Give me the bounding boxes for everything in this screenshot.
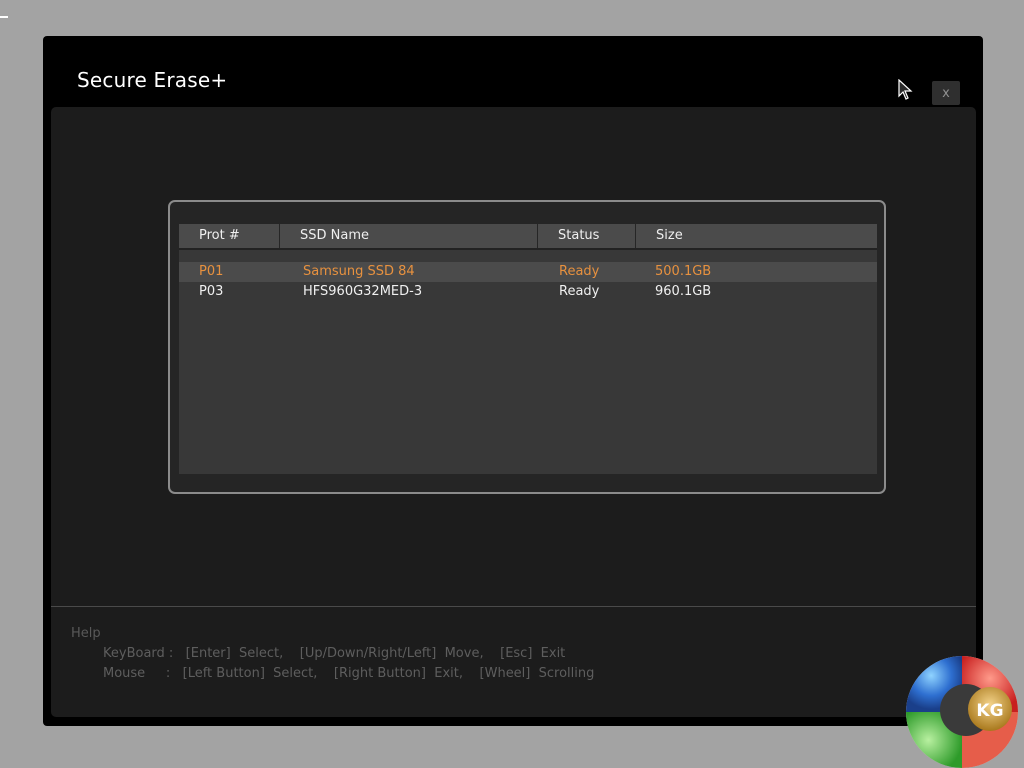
table-header: Prot # SSD Name Status Size	[179, 224, 877, 250]
help-mouse-line: Mouse : [Left Button] Select, [Right But…	[103, 666, 595, 681]
mouse-cursor-icon	[898, 79, 913, 100]
ssd-selection-dialog: Prot # SSD Name Status Size P01 Samsung …	[168, 200, 886, 494]
table-row[interactable]: P01 Samsung SSD 84 Ready 500.1GB	[179, 262, 877, 282]
kg-logo-icon: KG	[906, 656, 1018, 768]
cell-status: Ready	[559, 284, 600, 299]
cell-port: P03	[199, 284, 224, 299]
help-keyboard-line: KeyBoard : [Enter] Select, [Up/Down/Righ…	[103, 646, 566, 661]
header-size: Size	[656, 228, 683, 243]
secure-erase-window: Secure Erase+ x Prot # SSD Name Status S…	[43, 36, 983, 726]
ssd-table: Prot # SSD Name Status Size P01 Samsung …	[179, 224, 877, 474]
table-row[interactable]: P03 HFS960G32MED-3 Ready 960.1GB	[179, 282, 877, 302]
cell-size: 960.1GB	[655, 284, 712, 299]
help-divider	[51, 606, 976, 607]
screen-edge-mark	[0, 16, 8, 18]
cell-size: 500.1GB	[655, 264, 712, 279]
help-title: Help	[71, 626, 101, 641]
logo-text: KG	[976, 701, 1003, 721]
cell-ssd-name: Samsung SSD 84	[303, 264, 415, 279]
header-status: Status	[538, 224, 636, 248]
window-title: Secure Erase+	[77, 68, 228, 92]
header-ssd-name: SSD Name	[280, 224, 538, 248]
cell-ssd-name: HFS960G32MED-3	[303, 284, 423, 299]
cell-port: P01	[199, 264, 224, 279]
header-port: Prot #	[179, 224, 280, 248]
main-content-panel: Prot # SSD Name Status Size P01 Samsung …	[51, 107, 976, 717]
close-button[interactable]: x	[932, 81, 960, 105]
cell-status: Ready	[559, 264, 600, 279]
